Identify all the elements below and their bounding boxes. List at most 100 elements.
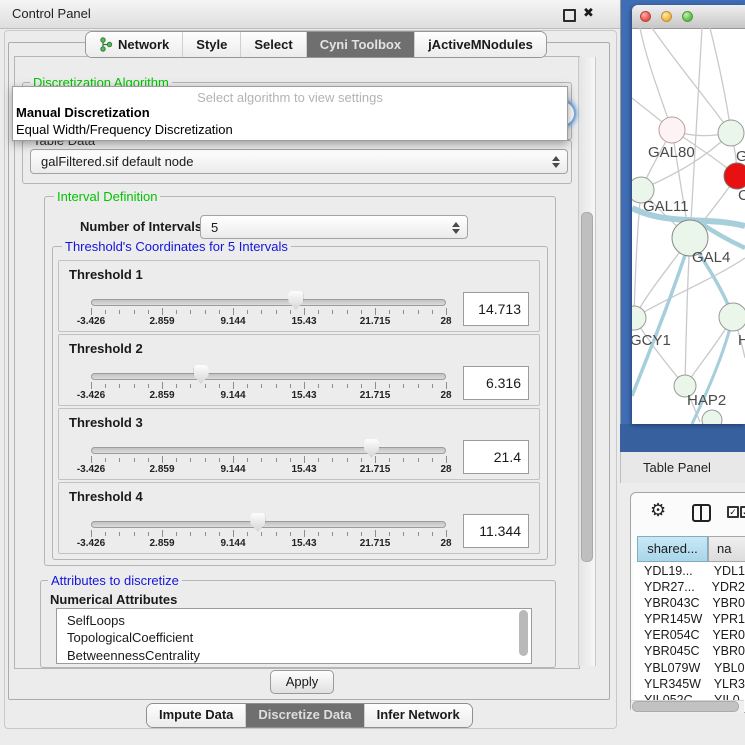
gear-icon[interactable]: ⚙ bbox=[650, 500, 666, 521]
network-node[interactable] bbox=[659, 117, 685, 143]
network-node[interactable] bbox=[632, 306, 646, 330]
table-data-combobox[interactable]: galFiltered.sif default node bbox=[30, 149, 568, 174]
slider-tick-label: 28 bbox=[440, 390, 451, 401]
threshold-label: Threshold 2 bbox=[69, 341, 143, 356]
table-cell-shared-name: YIL052C bbox=[634, 692, 705, 700]
slider-thumb[interactable] bbox=[364, 439, 379, 458]
checkbox-icon[interactable]: ✓ bbox=[727, 506, 739, 518]
slider-tick bbox=[233, 530, 234, 537]
network-window-titlebar[interactable] bbox=[632, 5, 745, 29]
slider-tick-label: 21.715 bbox=[360, 316, 391, 327]
threshold-value-field[interactable]: 21.4 bbox=[463, 440, 529, 474]
slider-thumb[interactable] bbox=[194, 365, 209, 384]
slider-track[interactable] bbox=[91, 447, 446, 454]
network-node-label: GAL80 bbox=[648, 144, 695, 161]
tab-impute-data[interactable]: Impute Data bbox=[147, 704, 245, 727]
slider-track[interactable] bbox=[91, 521, 446, 528]
network-canvas[interactable]: GAL80GACGAL11GAL4GCY1HHAP2 bbox=[632, 28, 745, 424]
algorithm-dropdown-popup: Select algorithm to view settings Manual… bbox=[12, 86, 568, 141]
table-row[interactable]: YDL19...YDL1 bbox=[634, 563, 745, 579]
vertical-scrollbar-thumb[interactable] bbox=[581, 212, 593, 562]
slider-tick-label: 9.144 bbox=[220, 316, 245, 327]
slider-tick bbox=[290, 458, 291, 462]
split-columns-icon[interactable] bbox=[692, 504, 711, 522]
apply-button[interactable]: Apply bbox=[270, 670, 334, 694]
slider-tick bbox=[418, 384, 419, 388]
table-row[interactable]: YDR27...YDR2 bbox=[634, 579, 745, 595]
slider-tick bbox=[432, 384, 433, 388]
network-node[interactable] bbox=[718, 120, 744, 146]
table-row[interactable]: YBR043CYBR0 bbox=[634, 595, 745, 611]
tab-cyni-toolbox[interactable]: Cyni Toolbox bbox=[306, 32, 414, 57]
table-cell-name: YBR0 bbox=[703, 643, 745, 659]
zoom-traffic-light-icon[interactable] bbox=[682, 11, 693, 22]
attributes-list-scrollbar-thumb[interactable] bbox=[519, 610, 528, 656]
slider-track[interactable] bbox=[91, 373, 446, 380]
number-of-intervals-spinner[interactable]: 5 bbox=[200, 215, 468, 239]
network-edge[interactable] bbox=[640, 28, 672, 130]
network-node[interactable] bbox=[724, 163, 745, 189]
tab-network[interactable]: Network bbox=[86, 32, 182, 57]
slider-tick bbox=[205, 532, 206, 536]
slider-tick bbox=[375, 456, 376, 463]
close-icon[interactable]: ✖ bbox=[583, 5, 594, 21]
algorithm-option-manual-discretization[interactable]: Manual Discretization bbox=[16, 105, 150, 120]
table-cell-shared-name: YLR345W bbox=[634, 676, 705, 692]
network-edge[interactable] bbox=[690, 28, 702, 238]
network-edge[interactable] bbox=[652, 28, 731, 133]
slider-tick bbox=[261, 310, 262, 314]
slider-thumb[interactable] bbox=[288, 291, 303, 310]
network-node[interactable] bbox=[719, 303, 745, 331]
table-row[interactable]: YBL079WYBL0 bbox=[634, 660, 745, 676]
slider-tick bbox=[134, 310, 135, 314]
tab-select[interactable]: Select bbox=[240, 32, 305, 57]
attribute-item-topologicalcoefficient[interactable]: TopologicalCoefficient bbox=[57, 629, 531, 646]
table-column-header-name[interactable]: na bbox=[708, 536, 745, 562]
horizontal-scrollbar-thumb[interactable] bbox=[632, 701, 739, 712]
updown-arrows-icon bbox=[452, 221, 459, 235]
tab-infer-network[interactable]: Infer Network bbox=[364, 704, 472, 727]
slider-tick bbox=[347, 384, 348, 388]
attribute-item-selfloops[interactable]: SelfLoops bbox=[57, 612, 531, 629]
slider-tick bbox=[176, 384, 177, 388]
threshold-value-field[interactable]: 14.713 bbox=[463, 292, 529, 326]
network-edge[interactable] bbox=[685, 238, 690, 386]
attribute-item-betweennesscentrality[interactable]: BetweennessCentrality bbox=[57, 647, 531, 664]
network-edge[interactable] bbox=[710, 28, 731, 133]
algorithm-option-equal-width-frequency-discretization[interactable]: Equal Width/Frequency Discretization bbox=[16, 122, 233, 137]
slider-thumb[interactable] bbox=[250, 513, 265, 532]
table-row[interactable]: YBR045CYBR0 bbox=[634, 643, 745, 659]
table-cell-name: YBL0 bbox=[705, 660, 745, 676]
threshold-panel-2: Threshold 2-3.4262.8599.14415.4321.71528… bbox=[58, 334, 540, 406]
slider-tick bbox=[446, 456, 447, 463]
threshold-value-field[interactable]: 11.344 bbox=[463, 514, 529, 548]
tab-jactivemnodules[interactable]: jActiveMNodules bbox=[414, 32, 546, 57]
slider-tick bbox=[403, 384, 404, 388]
minimize-traffic-light-icon[interactable] bbox=[661, 11, 672, 22]
table-row[interactable]: YLR345WYLR3 bbox=[634, 676, 745, 692]
numerical-attributes-list[interactable]: SelfLoopsTopologicalCoefficientBetweenne… bbox=[56, 608, 532, 664]
checkbox-icon[interactable]: ✓ bbox=[740, 506, 745, 518]
table-panel-title: Table Panel bbox=[643, 460, 711, 475]
float-window-icon[interactable] bbox=[563, 9, 576, 22]
table-row[interactable]: YPR145WYPR1 bbox=[634, 611, 745, 627]
threshold-value-field[interactable]: 6.316 bbox=[463, 366, 529, 400]
slider-tick bbox=[91, 382, 92, 389]
threshold-label: Threshold 1 bbox=[69, 267, 143, 282]
slider-tick bbox=[176, 532, 177, 536]
slider-tick bbox=[361, 384, 362, 388]
table-column-header-shared[interactable]: shared... bbox=[637, 536, 708, 562]
slider-tick bbox=[233, 382, 234, 389]
close-traffic-light-icon[interactable] bbox=[640, 11, 651, 22]
tab-discretize-data[interactable]: Discretize Data bbox=[245, 704, 363, 727]
slider-tick bbox=[134, 384, 135, 388]
network-node[interactable] bbox=[702, 410, 722, 424]
slider-tick bbox=[332, 384, 333, 388]
slider-tick bbox=[446, 382, 447, 389]
slider-track[interactable] bbox=[91, 299, 446, 306]
slider-tick bbox=[276, 384, 277, 388]
slider-tick bbox=[375, 530, 376, 537]
table-row[interactable]: YIL052CYIL0 bbox=[634, 692, 745, 700]
table-row[interactable]: YER054CYER0 bbox=[634, 627, 745, 643]
tab-style[interactable]: Style bbox=[182, 32, 240, 57]
